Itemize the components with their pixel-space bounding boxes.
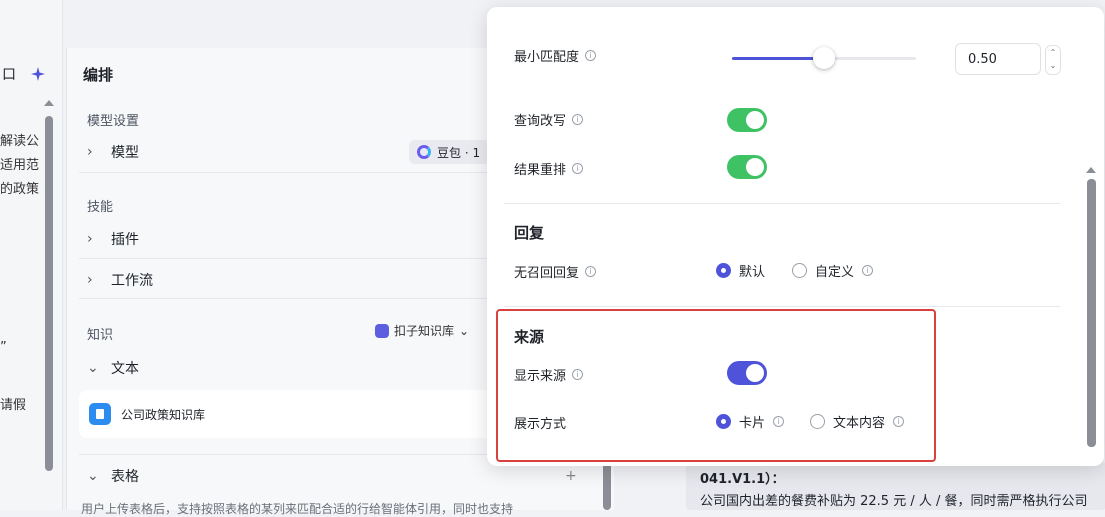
reply-default-label: 默认 <box>739 265 766 280</box>
info-icon[interactable]: i <box>585 50 597 61</box>
text-row[interactable]: ⌄ 文本 <box>87 358 139 378</box>
reply-custom-label: 自定义 <box>815 265 855 280</box>
skills-label: 技能 <box>87 200 114 215</box>
arrange-scrollbar[interactable] <box>603 462 611 510</box>
plugins-row[interactable]: › 插件 <box>87 229 139 249</box>
prompt-line: ” <box>0 340 7 355</box>
prompt-line: 请假 <box>0 398 27 413</box>
radio-selected-icon <box>716 263 731 278</box>
rerank-toggle[interactable] <box>727 155 767 179</box>
sparkle-icon[interactable] <box>30 66 46 82</box>
slider-fill <box>732 57 824 60</box>
prompt-scrollbar[interactable] <box>45 116 53 471</box>
info-icon[interactable]: i <box>585 266 597 277</box>
rerank-label: 结果重排 <box>514 163 567 178</box>
query-rewrite-row: 查询改写 i <box>514 110 584 129</box>
query-rewrite-toggle[interactable] <box>727 108 767 132</box>
model-label: 模型 <box>111 145 139 161</box>
prompt-header-text: 口 <box>2 67 16 83</box>
knowledge-settings-popover: 最小匹配度 i 0.50 ⌃ ⌄ 查询改写 i 结果重排 i 回复 无召回回复 i… <box>487 7 1104 466</box>
info-icon[interactable]: i <box>572 114 584 125</box>
divider <box>504 203 1060 204</box>
chevron-right-icon: › <box>87 231 93 247</box>
divider <box>504 306 1060 307</box>
panel-title: 编排 <box>83 66 114 84</box>
prompt-line: 解读公 <box>0 134 40 149</box>
min-match-slider[interactable] <box>732 47 916 69</box>
table-label: 表格 <box>111 469 139 485</box>
model-value: 豆包 · 1 <box>437 145 481 160</box>
source-highlight-box <box>496 309 936 462</box>
chevron-down-icon: ⌄ <box>87 360 99 376</box>
model-row[interactable]: › 模型 <box>87 142 139 162</box>
chevron-down-icon: ⌄ <box>459 323 470 338</box>
knowledge-source-value: 扣子知识库 <box>394 324 455 338</box>
toggle-knob <box>746 111 764 129</box>
answer-line: 041.V1.1）： <box>700 472 785 487</box>
scroll-up-arrow[interactable] <box>44 100 54 106</box>
reply-default-option[interactable]: 默认 <box>716 261 765 280</box>
prompt-panel: 口 解读公 适用范 的政策 ” 请假 <box>0 0 63 510</box>
doubao-icon <box>417 145 431 159</box>
query-rewrite-label: 查询改写 <box>514 114 567 129</box>
min-match-input[interactable]: 0.50 <box>955 43 1041 75</box>
prompt-line: 适用范 <box>0 158 40 173</box>
chevron-down-icon: ⌄ <box>87 468 99 484</box>
model-settings-label: 模型设置 <box>87 114 140 129</box>
prompt-line: 的政策 <box>0 182 40 197</box>
number-stepper[interactable]: ⌃ ⌄ <box>1045 45 1061 75</box>
model-selector[interactable]: 豆包 · 1 <box>409 140 491 164</box>
no-recall-label: 无召回回复 <box>514 266 580 281</box>
plugins-label: 插件 <box>111 232 139 248</box>
info-icon[interactable]: i <box>862 265 874 276</box>
min-match-label: 最小匹配度 <box>514 50 580 65</box>
text-label: 文本 <box>111 361 139 377</box>
rerank-row: 结果重排 i <box>514 159 584 178</box>
reply-section-title: 回复 <box>514 224 545 242</box>
table-row[interactable]: ⌄ 表格 <box>87 466 139 486</box>
radio-unselected-icon <box>792 263 807 278</box>
add-icon[interactable]: + <box>565 468 577 484</box>
info-icon[interactable]: i <box>572 163 584 174</box>
chevron-right-icon: › <box>87 272 93 288</box>
chevron-right-icon: › <box>87 144 93 160</box>
table-description: 用户上传表格后，支持按照表格的某列来匹配合适的行给智能体引用，同时也支持 <box>81 502 514 516</box>
no-recall-row: 无召回回复 i <box>514 262 597 281</box>
workflow-label: 工作流 <box>111 273 153 289</box>
answer-line: 公司国内出差的餐费补贴为 22.5 元 / 人 / 餐，同时需严格执行公司 <box>700 494 1088 509</box>
slider-thumb[interactable] <box>813 47 835 69</box>
knowledge-base-card[interactable]: 公司政策知识库 <box>79 390 519 438</box>
kb-name: 公司政策知识库 <box>121 407 206 422</box>
scroll-up-arrow[interactable] <box>1086 167 1096 173</box>
toggle-knob <box>746 158 764 176</box>
reply-custom-option[interactable]: 自定义 i <box>792 261 874 280</box>
min-match-row: 最小匹配度 i <box>514 46 597 65</box>
knowledge-label: 知识 <box>87 328 114 343</box>
workflow-row[interactable]: › 工作流 <box>87 270 153 290</box>
document-icon <box>89 403 111 425</box>
popover-scrollbar[interactable] <box>1087 179 1096 447</box>
knowledge-source-select[interactable]: 扣子知识库 ⌄ <box>375 322 469 339</box>
knowledge-base-icon <box>375 323 389 338</box>
